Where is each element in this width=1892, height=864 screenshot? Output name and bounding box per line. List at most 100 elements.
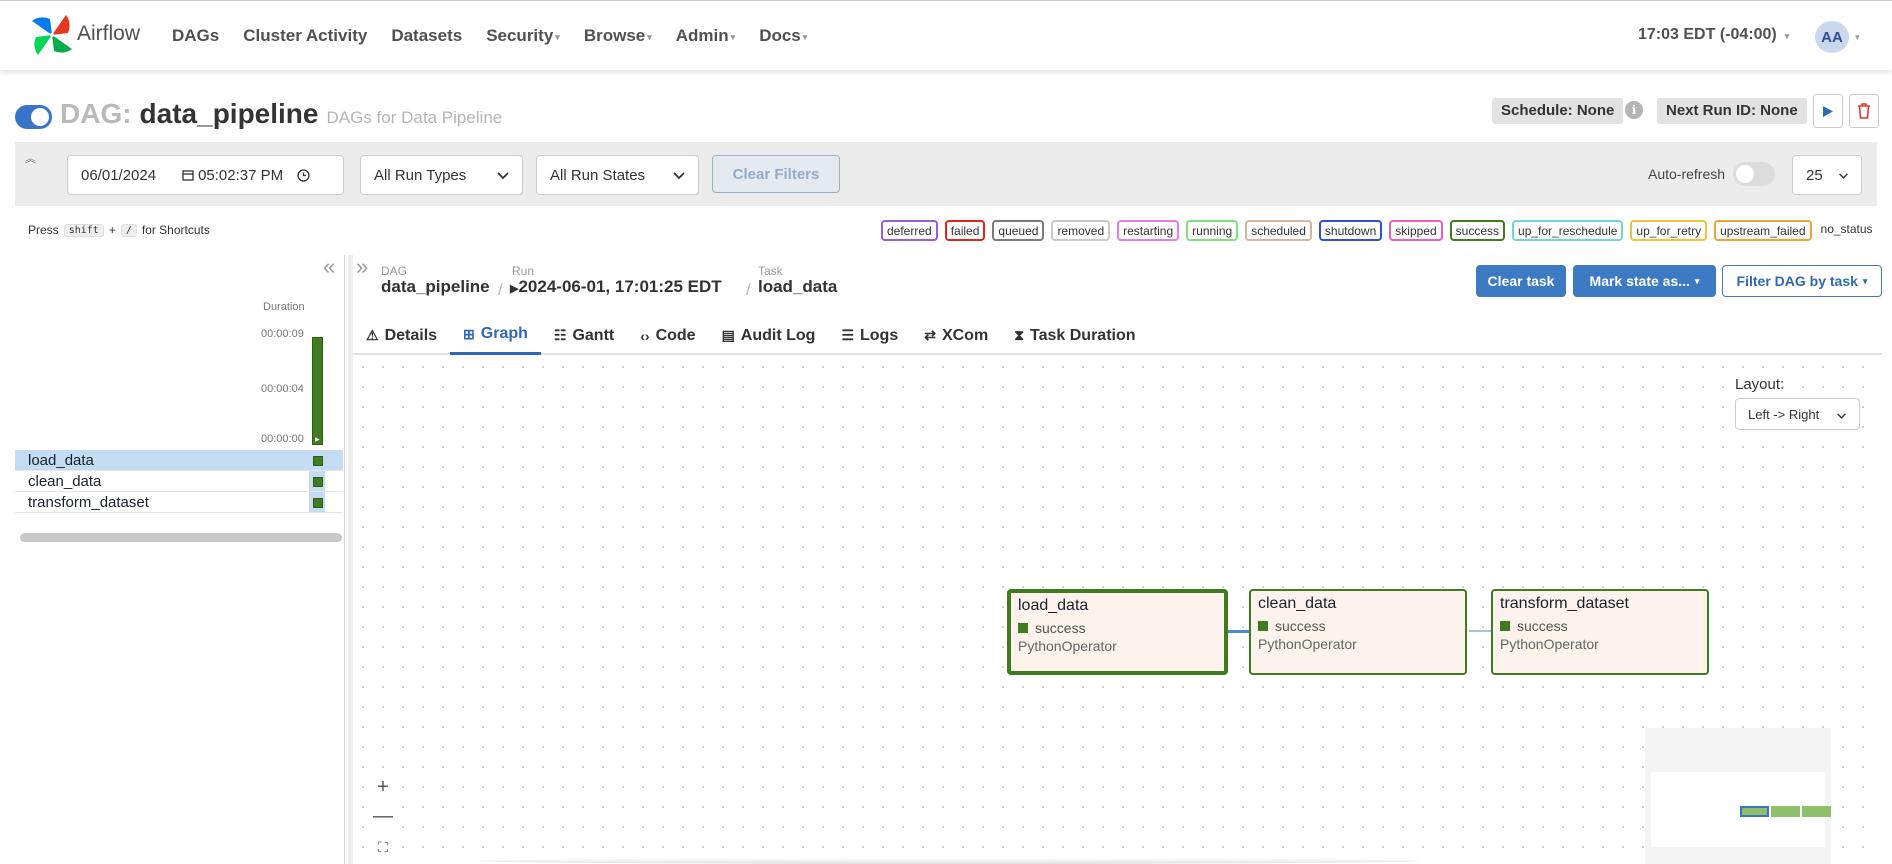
shortcut-key-slash: / <box>120 223 137 237</box>
legend-shutdown[interactable]: shutdown <box>1318 220 1383 241</box>
nav-docs[interactable]: Docs ▾ <box>759 26 807 46</box>
tab-label: Code <box>655 326 696 344</box>
chevron-down-icon <box>1837 413 1846 419</box>
legend-deferred[interactable]: deferred <box>881 220 938 241</box>
brand-name[interactable]: Airflow <box>77 22 140 46</box>
page-size-select[interactable]: 25 <box>1792 155 1862 195</box>
code-icon: ‹› <box>640 327 650 344</box>
zoom-out-icon[interactable]: — <box>370 803 396 829</box>
caret-down-icon[interactable]: ▾ <box>1855 32 1860 43</box>
legend-failed[interactable]: failed <box>944 220 986 241</box>
dag-pause-toggle[interactable] <box>15 105 52 129</box>
tab-graph[interactable]: ⊞ Graph <box>450 316 541 355</box>
legend-removed[interactable]: removed <box>1051 220 1111 241</box>
task-instance-status[interactable] <box>313 498 323 508</box>
breadcrumb-task[interactable]: Task load_data <box>758 264 837 297</box>
delete-dag-button[interactable] <box>1849 94 1879 128</box>
legend-upstream-failed[interactable]: upstream_failed <box>1714 220 1812 241</box>
status-square <box>1018 623 1028 633</box>
minimap-node <box>1771 806 1800 817</box>
collapse-up-icon[interactable]: ︽ <box>25 150 36 166</box>
legend-up-for-retry[interactable]: up_for_retry <box>1630 220 1708 241</box>
task-row-load-data[interactable]: load_data <box>15 450 343 471</box>
tab-label: Graph <box>480 325 528 342</box>
trash-icon <box>1858 103 1870 119</box>
auto-refresh-toggle[interactable] <box>1733 162 1775 186</box>
tab-details[interactable]: ⚠ Details <box>353 316 450 355</box>
graph-node-transform-dataset[interactable]: transform_dataset success PythonOperator <box>1491 589 1709 675</box>
breadcrumb-separator: / <box>498 280 503 299</box>
duration-label: Duration <box>263 301 305 313</box>
nav-cluster-activity-label: Cluster Activity <box>243 26 368 45</box>
legend-restarting[interactable]: restarting <box>1117 220 1180 241</box>
clear-task-button[interactable]: Clear task <box>1476 265 1566 297</box>
layout-select[interactable]: Left -> Right <box>1735 398 1860 430</box>
document-icon: ▤ <box>721 327 735 343</box>
graph-node-clean-data[interactable]: clean_data success PythonOperator <box>1249 589 1467 675</box>
node-state-label: success <box>1275 618 1326 634</box>
timezone-dropdown[interactable]: 17:03 EDT (-04:00) ▾ <box>1638 26 1789 44</box>
nav-dags[interactable]: DAGs <box>172 26 219 46</box>
user-avatar[interactable]: AA <box>1815 21 1849 53</box>
caret-down-icon: ▾ <box>647 32 652 42</box>
task-instance-status[interactable] <box>313 477 323 487</box>
duration-tick: 00:00:09 <box>261 328 304 340</box>
airflow-logo-icon[interactable] <box>30 13 74 57</box>
zoom-in-icon[interactable]: + <box>370 774 396 800</box>
clock-icon[interactable] <box>297 168 310 182</box>
tab-gantt[interactable]: ☷ Gantt <box>541 316 627 355</box>
node-operator: PythonOperator <box>1500 636 1599 652</box>
legend-queued[interactable]: queued <box>992 220 1045 241</box>
tab-logs[interactable]: ☰ Logs <box>828 316 911 355</box>
state-legend: deferred failed queued removed restartin… <box>881 220 1882 241</box>
shortcut-press: Press <box>28 223 59 237</box>
list-icon: ☰ <box>841 327 854 343</box>
horizontal-scrollbar[interactable] <box>20 533 342 542</box>
next-run-badge: Next Run ID: None <box>1657 98 1807 124</box>
tab-task-duration[interactable]: ⧗ Task Duration <box>1001 316 1148 355</box>
nav-admin-label: Admin <box>675 26 729 45</box>
nav-admin[interactable]: Admin ▾ <box>676 26 735 46</box>
shortcut-key-shift: shift <box>63 223 104 237</box>
graph-node-load-data[interactable]: load_data success PythonOperator <box>1007 589 1228 675</box>
run-states-select[interactable]: All Run States <box>536 155 699 195</box>
gantt-icon: ☷ <box>553 327 567 343</box>
nav-datasets[interactable]: Datasets <box>391 26 462 46</box>
legend-skipped[interactable]: skipped <box>1389 220 1443 241</box>
breadcrumb-run[interactable]: Run ▶2024-06-01, 17:01:25 EDT <box>510 264 722 297</box>
run-duration-bar[interactable]: ▶ <box>312 337 323 445</box>
nav-cluster-activity[interactable]: Cluster Activity <box>243 26 367 46</box>
tab-code[interactable]: ‹› Code <box>627 316 708 355</box>
nav-security[interactable]: Security ▾ <box>486 26 560 46</box>
legend-scheduled[interactable]: scheduled <box>1245 220 1312 241</box>
task-row-transform-dataset[interactable]: transform_dataset <box>15 492 343 513</box>
task-row-clean-data[interactable]: clean_data <box>15 471 343 492</box>
nav-browse[interactable]: Browse ▾ <box>584 26 652 46</box>
breadcrumb-run-value: 2024-06-01, 17:01:25 EDT <box>518 277 722 296</box>
info-icon[interactable]: i <box>1625 101 1643 119</box>
graph-minimap[interactable] <box>1645 728 1831 864</box>
nav-security-label: Security <box>486 26 554 45</box>
graph-edge <box>1469 630 1491 632</box>
layout-label: Layout: <box>1735 376 1785 393</box>
tab-audit-log[interactable]: ▤ Audit Log <box>709 316 829 355</box>
hourglass-icon: ⧗ <box>1014 327 1025 343</box>
run-types-select[interactable]: All Run Types <box>360 155 523 195</box>
legend-no-status[interactable]: no_status <box>1819 220 1875 241</box>
calendar-icon[interactable] <box>182 169 194 181</box>
breadcrumb-dag[interactable]: DAG data_pipeline <box>381 264 490 297</box>
task-name: load_data <box>28 452 94 469</box>
legend-running[interactable]: running <box>1186 220 1239 241</box>
filter-dag-button[interactable]: Filter DAG by task ▾ <box>1722 265 1882 297</box>
collapse-left-icon[interactable]: « <box>323 256 335 278</box>
trigger-dag-button[interactable] <box>1813 94 1843 128</box>
legend-success[interactable]: success <box>1449 220 1506 241</box>
mark-state-button[interactable]: Mark state as... ▾ <box>1573 265 1716 297</box>
legend-up-for-reschedule[interactable]: up_for_reschedule <box>1512 220 1624 241</box>
base-date-input[interactable]: 06/01/2024 05:02:37 PM <box>67 155 344 195</box>
clear-filters-button[interactable]: Clear Filters <box>712 155 840 193</box>
task-instance-status[interactable] <box>313 456 323 466</box>
expand-right-icon[interactable]: » <box>356 256 368 278</box>
fit-view-icon[interactable]: ⛶ <box>370 834 396 860</box>
tab-xcom[interactable]: ⇄ XCom <box>911 316 1001 355</box>
